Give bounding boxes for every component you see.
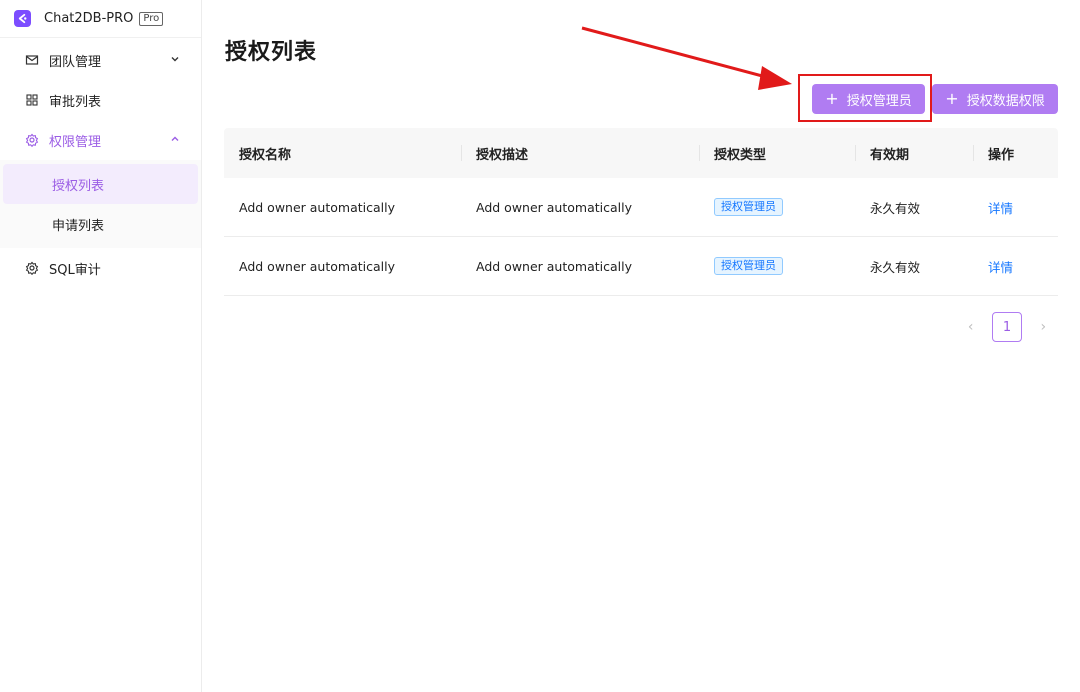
cell-action: 详情: [973, 178, 1058, 237]
page-number-button[interactable]: 1: [992, 312, 1022, 342]
cell-desc: Add owner automatically: [476, 258, 632, 274]
main-content: 授权列表 + 授权管理员 + 授权数据权限 授权名称 授权描述 授权类型 有效期…: [203, 0, 1080, 692]
cell-name: Add owner automatically: [239, 258, 395, 274]
column-header: 授权类型: [699, 128, 855, 178]
pagination: ‹ 1 ›: [957, 312, 1057, 342]
cell-validity: 永久有效: [870, 259, 921, 275]
table-row: Add owner automatically Add owner automa…: [224, 178, 1058, 237]
grid-icon: [25, 93, 39, 107]
chevron-down-icon: [171, 57, 179, 62]
cell-validity: 永久有效: [870, 200, 921, 216]
gear-icon: [25, 133, 39, 147]
sidebar-subitem-label: 申请列表: [52, 218, 105, 234]
plus-icon: +: [945, 89, 959, 108]
add-data-permission-button-label: 授权数据权限: [966, 93, 1045, 109]
sidebar-item-label: 审批列表: [49, 94, 102, 110]
sidebar-subitem-auth-list[interactable]: 授权列表: [3, 164, 198, 204]
cell-type: 授权管理员: [699, 178, 855, 237]
next-page-button[interactable]: ›: [1030, 313, 1057, 341]
cell-name: Add owner automatically: [239, 199, 395, 215]
sidebar-item-approvals[interactable]: 审批列表: [0, 80, 201, 120]
sidebar-menu: 团队管理 审批列表 权限管理 授权列表 申请列表 SQL审计: [0, 40, 201, 288]
chat2db-logo-icon: [14, 10, 31, 27]
sidebar-item-team[interactable]: 团队管理: [0, 40, 201, 80]
permissions-submenu: 授权列表 申请列表: [0, 160, 201, 248]
type-tag: 授权管理员: [714, 198, 783, 216]
sidebar-item-label: 权限管理: [49, 134, 102, 150]
table-row: Add owner automatically Add owner automa…: [224, 237, 1058, 296]
sidebar-subitem-label: 授权列表: [52, 178, 105, 194]
cell-type: 授权管理员: [699, 237, 855, 296]
gear-icon: [25, 261, 39, 275]
pro-badge: Pro: [139, 11, 164, 26]
add-admin-button[interactable]: + 授权管理员: [812, 84, 925, 114]
add-data-permission-button[interactable]: + 授权数据权限: [932, 84, 1058, 114]
add-admin-button-label: 授权管理员: [846, 93, 912, 109]
column-header: 授权名称: [239, 147, 292, 163]
brand-header: Chat2DB-PRO Pro: [0, 0, 201, 38]
plus-icon: +: [825, 89, 839, 108]
page-title: 授权列表: [225, 40, 318, 65]
details-link[interactable]: 详情: [973, 198, 1013, 217]
type-tag: 授权管理员: [714, 257, 783, 275]
column-header: 操作: [973, 128, 1058, 178]
sidebar-item-permissions[interactable]: 权限管理: [0, 120, 201, 160]
cell-action: 详情: [973, 237, 1058, 296]
brand-name: Chat2DB-PRO: [44, 11, 134, 26]
sidebar-item-label: SQL审计: [49, 262, 101, 278]
chevron-up-icon: [171, 136, 179, 141]
table-header: 授权名称 授权描述 授权类型 有效期 操作: [224, 128, 1058, 178]
details-link[interactable]: 详情: [973, 257, 1013, 276]
cell-desc: Add owner automatically: [476, 199, 632, 215]
auth-table: 授权名称 授权描述 授权类型 有效期 操作 Add owner automati…: [224, 128, 1058, 296]
sidebar-subitem-apply-list[interactable]: 申请列表: [3, 204, 198, 244]
prev-page-button[interactable]: ‹: [957, 313, 984, 341]
sidebar: Chat2DB-PRO Pro 团队管理 审批列表 权限管理 授权列表 申请列表…: [0, 0, 202, 692]
sidebar-item-sql-audit[interactable]: SQL审计: [0, 248, 201, 288]
column-header: 有效期: [855, 128, 973, 178]
sidebar-item-label: 团队管理: [49, 54, 102, 70]
mail-icon: [25, 53, 39, 67]
column-header: 授权描述: [461, 128, 699, 178]
